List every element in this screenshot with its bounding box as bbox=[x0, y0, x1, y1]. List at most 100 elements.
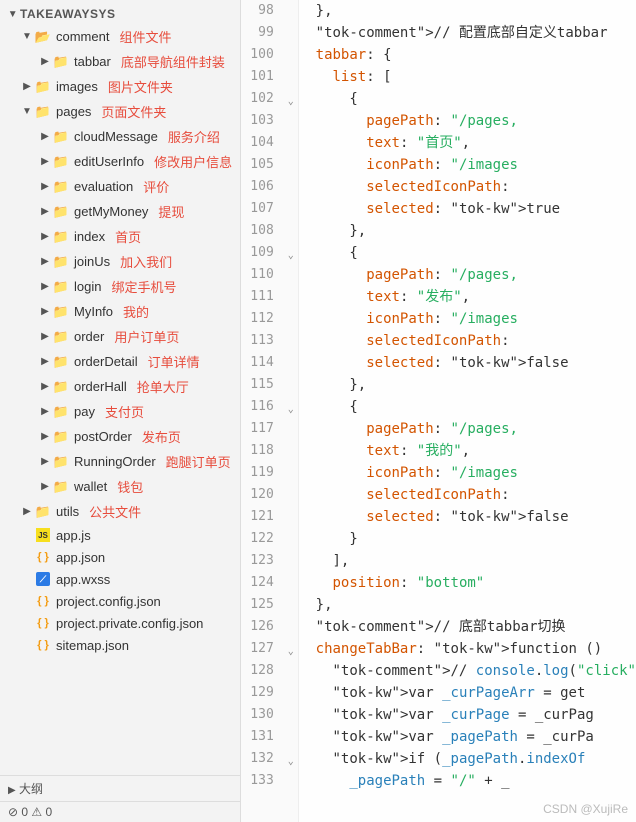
code-area[interactable]: }, "tok-comment">// 配置底部自定义tabbar tabbar… bbox=[299, 0, 636, 822]
code-line[interactable]: changeTabBar: "tok-kw">function () bbox=[299, 638, 636, 660]
chevron-icon: ▶ bbox=[38, 131, 52, 142]
tree-item-orderDetail[interactable]: ▶📁orderDetail订单详情 bbox=[0, 349, 240, 374]
tree-item-project.private.config.json[interactable]: { }project.private.config.json bbox=[0, 612, 240, 634]
outline-panel[interactable]: ▶ 大纲 bbox=[0, 775, 240, 801]
tree-item-app.json[interactable]: { }app.json bbox=[0, 546, 240, 568]
tree-item-label: orderHall bbox=[74, 379, 127, 394]
tree-item-label: project.config.json bbox=[56, 594, 161, 609]
tree-item-index[interactable]: ▶📁index首页 bbox=[0, 224, 240, 249]
tree-item-getMyMoney[interactable]: ▶📁getMyMoney提现 bbox=[0, 199, 240, 224]
tree-item-label: getMyMoney bbox=[74, 204, 148, 219]
tree-item-comment[interactable]: ▼📂comment组件文件 bbox=[0, 24, 240, 49]
line-number: 130 bbox=[241, 704, 298, 726]
tree-item-joinUs[interactable]: ▶📁joinUs加入我们 bbox=[0, 249, 240, 274]
code-line[interactable]: iconPath: "/images bbox=[299, 308, 636, 330]
code-line[interactable]: "tok-comment">// 底部tabbar切换 bbox=[299, 616, 636, 638]
tree-item-order[interactable]: ▶📁order用户订单页 bbox=[0, 324, 240, 349]
tree-item-pages[interactable]: ▼📁pages页面文件夹 bbox=[0, 99, 240, 124]
tree-item-label: comment bbox=[56, 29, 109, 44]
tree-item-tabbar[interactable]: ▶📁tabbar底部导航组件封装 bbox=[0, 49, 240, 74]
images-folder-icon: 📁 bbox=[34, 79, 52, 95]
annotation-label: 首页 bbox=[115, 227, 141, 246]
tree-item-images[interactable]: ▶📁images图片文件夹 bbox=[0, 74, 240, 99]
annotation-label: 服务介绍 bbox=[168, 127, 220, 146]
annotation-label: 底部导航组件封装 bbox=[121, 52, 225, 71]
code-line[interactable]: }, bbox=[299, 220, 636, 242]
code-line[interactable]: text: "我的", bbox=[299, 440, 636, 462]
annotation-label: 订单详情 bbox=[148, 352, 200, 371]
tree-item-label: app.json bbox=[56, 550, 105, 565]
code-line[interactable]: selected: "tok-kw">true bbox=[299, 198, 636, 220]
chevron-icon: ▼ bbox=[20, 106, 34, 117]
code-line[interactable]: "tok-comment">// 配置底部自定义tabbar bbox=[299, 22, 636, 44]
code-editor[interactable]: 9899100101102⌄103104105106107108109⌄1101… bbox=[241, 0, 636, 822]
code-line[interactable]: ], bbox=[299, 550, 636, 572]
chevron-icon: ▶ bbox=[38, 256, 52, 267]
code-line[interactable]: { bbox=[299, 88, 636, 110]
tree-item-MyInfo[interactable]: ▶📁MyInfo我的 bbox=[0, 299, 240, 324]
tree-item-utils[interactable]: ▶📁utils公共文件 bbox=[0, 499, 240, 524]
project-root[interactable]: ▼ TAKEAWAYSYS bbox=[0, 4, 240, 24]
tree-item-editUserInfo[interactable]: ▶📁editUserInfo修改用户信息 bbox=[0, 149, 240, 174]
code-line[interactable]: selectedIconPath: bbox=[299, 176, 636, 198]
code-line[interactable]: tabbar: { bbox=[299, 44, 636, 66]
tree-item-label: login bbox=[74, 279, 101, 294]
line-gutter: 9899100101102⌄103104105106107108109⌄1101… bbox=[241, 0, 299, 822]
code-line[interactable]: "tok-kw">var _curPage = _curPag bbox=[299, 704, 636, 726]
line-number: 118 bbox=[241, 440, 298, 462]
chevron-icon: ▶ bbox=[38, 331, 52, 342]
tree-item-RunningOrder[interactable]: ▶📁RunningOrder跑腿订单页 bbox=[0, 449, 240, 474]
tree-item-login[interactable]: ▶📁login绑定手机号 bbox=[0, 274, 240, 299]
code-line[interactable]: iconPath: "/images bbox=[299, 154, 636, 176]
code-line[interactable]: list: [ bbox=[299, 66, 636, 88]
tree-item-orderHall[interactable]: ▶📁orderHall抢单大厅 bbox=[0, 374, 240, 399]
tree-item-wallet[interactable]: ▶📁wallet钱包 bbox=[0, 474, 240, 499]
code-line[interactable]: "tok-kw">var _curPageArr = get bbox=[299, 682, 636, 704]
tree-item-app.wxss[interactable]: ⟋app.wxss bbox=[0, 568, 240, 590]
tree-item-label: app.js bbox=[56, 528, 91, 543]
tree-item-label: orderDetail bbox=[74, 354, 138, 369]
code-line[interactable]: }, bbox=[299, 594, 636, 616]
code-line[interactable]: text: "发布", bbox=[299, 286, 636, 308]
code-line[interactable]: pagePath: "/pages, bbox=[299, 264, 636, 286]
line-number: 106 bbox=[241, 176, 298, 198]
tree-item-cloudMessage[interactable]: ▶📁cloudMessage服务介绍 bbox=[0, 124, 240, 149]
code-line[interactable]: selected: "tok-kw">false bbox=[299, 506, 636, 528]
utils-folder-icon: 📁 bbox=[34, 504, 52, 520]
code-line[interactable]: "tok-kw">if (_pagePath.indexOf bbox=[299, 748, 636, 770]
tree-item-app.js[interactable]: JSapp.js bbox=[0, 524, 240, 546]
code-line[interactable]: } bbox=[299, 528, 636, 550]
code-line[interactable]: }, bbox=[299, 374, 636, 396]
code-line[interactable]: position: "bottom" bbox=[299, 572, 636, 594]
code-line[interactable]: pagePath: "/pages, bbox=[299, 110, 636, 132]
tree-item-pay[interactable]: ▶📁pay支付页 bbox=[0, 399, 240, 424]
pages-folder-icon: 📁 bbox=[34, 104, 52, 120]
line-number: 107 bbox=[241, 198, 298, 220]
code-line[interactable]: selected: "tok-kw">false bbox=[299, 352, 636, 374]
chevron-icon: ▶ bbox=[38, 281, 52, 292]
code-line[interactable]: selectedIconPath: bbox=[299, 330, 636, 352]
tree-item-sitemap.json[interactable]: { }sitemap.json bbox=[0, 634, 240, 656]
code-line[interactable]: }, bbox=[299, 0, 636, 22]
code-line[interactable]: "tok-kw">var _pagePath = _curPa bbox=[299, 726, 636, 748]
line-number: 129 bbox=[241, 682, 298, 704]
line-number: 112 bbox=[241, 308, 298, 330]
chevron-icon: ▶ bbox=[20, 506, 34, 517]
code-line[interactable]: pagePath: "/pages, bbox=[299, 418, 636, 440]
chevron-icon: ▶ bbox=[38, 406, 52, 417]
code-line[interactable]: iconPath: "/images bbox=[299, 462, 636, 484]
outline-label: 大纲 bbox=[19, 782, 43, 796]
annotation-label: 发布页 bbox=[142, 427, 181, 446]
code-line[interactable]: { bbox=[299, 396, 636, 418]
code-line[interactable]: selectedIconPath: bbox=[299, 484, 636, 506]
tree-item-label: postOrder bbox=[74, 429, 132, 444]
code-line[interactable]: _pagePath = "/" + _ bbox=[299, 770, 636, 792]
tree-item-project.config.json[interactable]: { }project.config.json bbox=[0, 590, 240, 612]
code-line[interactable]: "tok-comment">// console.log("click" bbox=[299, 660, 636, 682]
tree-item-evaluation[interactable]: ▶📁evaluation评价 bbox=[0, 174, 240, 199]
code-line[interactable]: text: "首页", bbox=[299, 132, 636, 154]
code-line[interactable]: { bbox=[299, 242, 636, 264]
line-number: 113 bbox=[241, 330, 298, 352]
tree-item-label: joinUs bbox=[74, 254, 110, 269]
tree-item-postOrder[interactable]: ▶📁postOrder发布页 bbox=[0, 424, 240, 449]
